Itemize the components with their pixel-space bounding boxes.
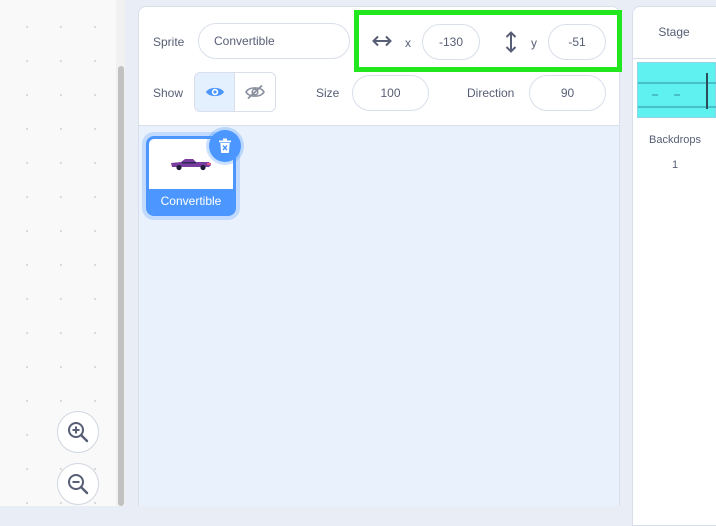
zoom-out-icon xyxy=(68,474,89,495)
size-value: 100 xyxy=(380,86,401,100)
y-label: y xyxy=(531,36,537,50)
direction-input[interactable]: 90 xyxy=(529,75,606,111)
eye-icon xyxy=(205,87,224,97)
stage-backdrop-thumbnail[interactable] xyxy=(637,62,716,118)
eye-slash-icon xyxy=(245,84,265,100)
stage-title: Stage xyxy=(632,6,716,59)
stage-thumbnail-graphic xyxy=(638,73,716,109)
backdrops-count: 1 xyxy=(671,159,679,171)
sprite-name-label: Sprite xyxy=(153,35,185,49)
size-label: Size xyxy=(316,86,340,100)
workspace-scrollbar-thumb[interactable] xyxy=(118,66,124,506)
x-position-value: -130 xyxy=(438,35,464,49)
horizontal-arrows-icon xyxy=(371,33,393,54)
vertical-arrows-icon xyxy=(504,30,518,59)
y-position-input[interactable]: -51 xyxy=(548,24,606,60)
y-position-value: -51 xyxy=(568,35,586,49)
zoom-in-button[interactable] xyxy=(57,411,99,453)
trash-icon xyxy=(219,138,231,153)
show-label: Show xyxy=(153,86,184,100)
sprite-name-value: Convertible xyxy=(214,34,275,48)
size-input[interactable]: 100 xyxy=(352,75,429,111)
sprite-name-input[interactable]: Convertible xyxy=(198,23,350,59)
x-position-input[interactable]: -130 xyxy=(422,24,480,60)
x-label: x xyxy=(405,36,411,50)
show-hidden-button[interactable] xyxy=(235,72,276,112)
backdrops-label: Backdrops xyxy=(649,134,701,146)
show-toggle-group xyxy=(194,72,276,112)
zoom-out-button[interactable] xyxy=(57,463,99,505)
direction-label: Direction xyxy=(467,86,515,100)
zoom-in-icon xyxy=(68,422,89,443)
show-visible-button[interactable] xyxy=(194,72,235,112)
convertible-car-thumbnail xyxy=(171,159,211,171)
sprite-tile-name: Convertible xyxy=(149,189,233,213)
delete-sprite-button[interactable] xyxy=(209,130,241,162)
direction-value: 90 xyxy=(560,86,575,100)
